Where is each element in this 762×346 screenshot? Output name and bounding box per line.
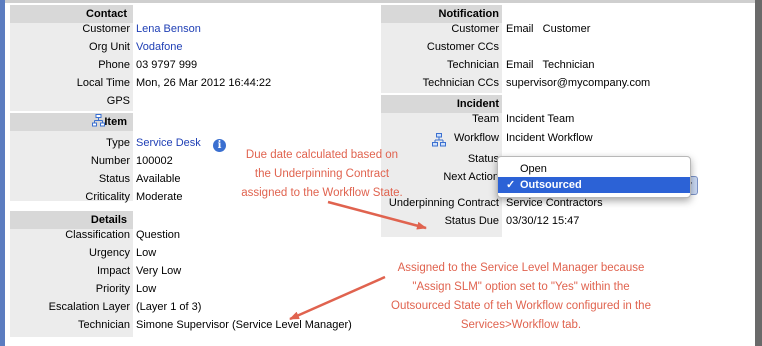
escalation-label: Escalation Layer xyxy=(48,301,130,313)
urgency-value: Low xyxy=(136,247,157,259)
checkmark-icon: ✓ xyxy=(506,179,516,191)
annotation-line: Assigned to the Service Level Manager be… xyxy=(397,262,645,274)
team-value: Incident Team xyxy=(506,113,575,125)
notification-header-text: Notification xyxy=(438,8,500,20)
local-time-label: Local Time xyxy=(76,77,130,89)
phone-label: Phone xyxy=(98,59,130,71)
contact-section-header: Contact xyxy=(10,5,133,23)
workflow-label: Workflow xyxy=(453,132,499,144)
technician-ccs-value: supervisor@mycompany.com xyxy=(506,77,651,89)
priority-label: Priority xyxy=(95,283,130,295)
criticality-value: Moderate xyxy=(136,191,183,203)
annotation-line: assigned to the Workflow State. xyxy=(241,187,403,199)
org-unit-link[interactable]: Vodafone xyxy=(136,41,183,53)
option-open-label: Open xyxy=(520,163,547,175)
dropdown-option-open[interactable]: Open xyxy=(498,161,690,177)
notify-customer-value: Email Customer xyxy=(506,23,591,35)
annotation-line: the Underpinning Contract xyxy=(254,168,390,180)
status-due-value: 03/30/12 15:47 xyxy=(506,215,580,227)
window-border-top xyxy=(5,0,755,3)
team-label: Team xyxy=(472,113,499,125)
underpinning-value: Service Contractors xyxy=(506,197,603,209)
technician-ccs-label: Technician CCs xyxy=(422,77,499,89)
due-date-annotation: Due date calculated based on the Underpi… xyxy=(222,146,422,203)
escalation-value: (Layer 1 of 3) xyxy=(136,301,202,313)
annotation-line: Outsourced State of teh Workflow configu… xyxy=(391,300,651,312)
classification-value: Question xyxy=(136,229,181,241)
dropdown-option-outsourced[interactable]: ✓ Outsourced xyxy=(498,177,690,193)
notify-technician-value: Email Technician xyxy=(506,59,595,71)
notify-customer-label: Customer xyxy=(451,23,499,35)
window-border-left xyxy=(0,0,5,346)
number-label: Number xyxy=(90,155,130,167)
technician-label: Technician xyxy=(78,319,130,331)
classification-label: Classification xyxy=(65,229,130,241)
contact-customer-label: Customer xyxy=(82,23,130,35)
item-status-value: Available xyxy=(136,173,181,185)
item-header-text: Item xyxy=(104,116,127,128)
incident-header-text: Incident xyxy=(456,98,499,110)
impact-label: Impact xyxy=(96,265,130,277)
contact-header-text: Contact xyxy=(86,8,127,20)
status-due-label: Status Due xyxy=(444,215,499,227)
notify-technician-label: Technician xyxy=(447,59,499,71)
customer-ccs-label: Customer CCs xyxy=(426,41,499,53)
option-outsourced-label: Outsourced xyxy=(520,179,582,191)
details-section-header: Details xyxy=(10,211,133,229)
annotation-line: Due date calculated based on xyxy=(245,149,399,161)
incident-section-header: Incident xyxy=(381,95,502,113)
slm-annotation: Assigned to the Service Level Manager be… xyxy=(366,259,676,335)
annotation-line: "Assign SLM" option set to "Yes" within … xyxy=(412,281,630,293)
item-section-header: Item xyxy=(10,113,133,131)
criticality-label: Criticality xyxy=(85,191,130,203)
item-type-link[interactable]: Service Desk xyxy=(136,137,201,149)
hierarchy-icon xyxy=(92,113,105,131)
priority-value: Low xyxy=(136,283,157,295)
customer-link[interactable]: Lena Benson xyxy=(136,23,201,35)
phone-value: 03 9797 999 xyxy=(136,59,198,71)
window-border-right xyxy=(755,0,762,346)
notification-section-header: Notification xyxy=(381,5,502,23)
impact-value: Very Low xyxy=(136,265,182,277)
workflow-value: Incident Workflow xyxy=(506,132,593,144)
item-status-label: Status xyxy=(98,173,130,185)
gps-label: GPS xyxy=(106,95,130,107)
annotation-line: Services>Workflow tab. xyxy=(460,319,582,331)
local-time-value: Mon, 26 Mar 2012 16:44:22 xyxy=(136,77,272,89)
status-dropdown-menu[interactable]: Open ✓ Outsourced xyxy=(497,156,691,198)
org-unit-label: Org Unit xyxy=(89,41,130,53)
details-header-text: Details xyxy=(90,214,127,226)
technician-value: Simone Supervisor (Service Level Manager… xyxy=(136,319,352,331)
type-label: Type xyxy=(106,137,130,149)
urgency-label: Urgency xyxy=(89,247,130,259)
number-value: 100002 xyxy=(136,155,173,167)
